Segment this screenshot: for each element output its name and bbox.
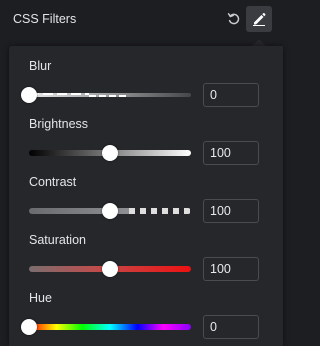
hue-control: Hue 0 (9, 291, 283, 341)
popover-caret (252, 39, 266, 46)
saturation-value-input[interactable]: 100 (203, 257, 259, 281)
saturation-slider-thumb[interactable] (102, 261, 118, 277)
saturation-label: Saturation (29, 233, 86, 247)
contrast-slider-thumb[interactable] (102, 203, 118, 219)
pencil-icon (253, 13, 266, 26)
saturation-control: Saturation 100 (9, 233, 283, 283)
hue-value-input[interactable]: 0 (203, 315, 259, 339)
contrast-control: Contrast 100 (9, 175, 283, 225)
blur-value-input[interactable]: 0 (203, 83, 259, 107)
brightness-value-input[interactable]: 100 (203, 141, 259, 165)
contrast-label: Contrast (29, 175, 77, 189)
brightness-control: Brightness 100 (9, 117, 283, 167)
blur-control: Blur 0 (9, 59, 283, 109)
hue-slider-track[interactable] (29, 324, 191, 330)
contrast-value-input[interactable]: 100 (203, 199, 259, 223)
edit-button[interactable] (246, 6, 272, 32)
blur-slider-track[interactable] (29, 93, 191, 97)
section-title: CSS Filters (13, 12, 77, 26)
header: CSS Filters (0, 0, 283, 40)
brightness-slider-thumb[interactable] (102, 145, 118, 161)
reset-icon[interactable] (227, 12, 241, 26)
blur-slider-thumb[interactable] (21, 87, 37, 103)
hue-label: Hue (29, 291, 52, 305)
hue-slider-thumb[interactable] (21, 319, 37, 335)
brightness-label: Brightness (29, 117, 89, 131)
blur-label: Blur (29, 59, 52, 73)
filters-popover: Blur 0 Brightness 100 Contrast 100 Satur… (9, 46, 283, 346)
